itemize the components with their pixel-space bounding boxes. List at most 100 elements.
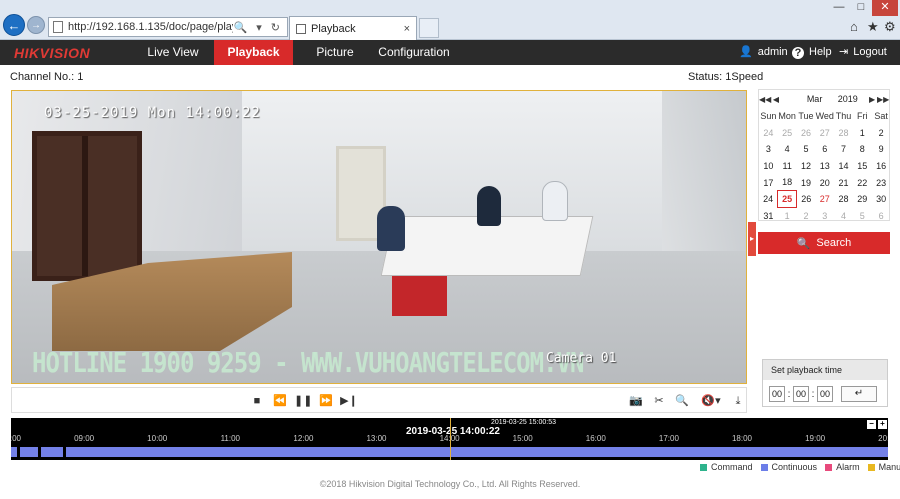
set-time-title: Set playback time xyxy=(763,360,887,380)
timeline-zoom-out-button[interactable]: − xyxy=(867,420,876,429)
timeline[interactable]: 2019-03-25 15:00:53 2019-03-25 14:00:22 … xyxy=(11,418,888,460)
calendar-day[interactable]: 5 xyxy=(797,141,816,158)
calendar-day[interactable]: 13 xyxy=(815,158,834,175)
calendar-day[interactable]: 3 xyxy=(815,208,834,225)
calendar-day[interactable]: 1 xyxy=(778,208,797,225)
goto-time-button[interactable]: ↵ xyxy=(841,386,877,402)
timeline-cursor[interactable] xyxy=(450,418,451,460)
maximize-icon[interactable]: □ xyxy=(850,0,872,16)
calendar-day[interactable]: 19 xyxy=(797,174,816,191)
calendar-day[interactable]: 4 xyxy=(834,208,853,225)
timeline-hour-label: 15:00 xyxy=(512,434,533,443)
close-icon[interactable]: ✕ xyxy=(872,0,898,16)
star-icon[interactable]: ★ xyxy=(867,19,879,35)
calendar-day[interactable]: 26 xyxy=(797,125,816,142)
calendar-day[interactable]: 11 xyxy=(778,158,797,175)
prev-month-icon[interactable]: ◀ xyxy=(771,95,781,104)
video-scene-person xyxy=(477,186,501,226)
calendar-day[interactable]: 27 xyxy=(815,125,834,142)
legend-item: Alarm xyxy=(825,462,860,472)
channel-number: Channel No.: 1 xyxy=(10,71,84,83)
timeline-gap xyxy=(17,447,20,457)
download-icon[interactable]: ⤓ xyxy=(729,392,747,410)
calendar-day[interactable]: 25 xyxy=(778,125,797,142)
minimize-icon[interactable]: — xyxy=(828,0,850,16)
calendar-day[interactable]: 28 xyxy=(834,191,853,208)
video-scene-chair xyxy=(392,276,447,316)
back-arrow-icon[interactable]: ← xyxy=(3,14,25,36)
calendar-day[interactable]: 24 xyxy=(759,125,778,142)
timeline-hour-label: 20:00 xyxy=(878,434,888,443)
calendar-day[interactable]: 29 xyxy=(853,191,872,208)
calendar-day[interactable]: 12 xyxy=(797,158,816,175)
calendar-year: 2019 xyxy=(837,94,858,104)
panel-collapse-handle[interactable]: ▸ xyxy=(748,222,756,256)
calendar-day[interactable]: 6 xyxy=(872,208,891,225)
calendar-day[interactable]: 9 xyxy=(872,141,891,158)
calendar-day[interactable]: 1 xyxy=(853,125,872,142)
tab-close-icon[interactable]: × xyxy=(404,23,410,35)
tab-live-view[interactable]: Live View xyxy=(140,40,206,65)
pause-icon[interactable]: ❚❚ xyxy=(294,392,312,410)
slow-down-icon[interactable]: ⏪ xyxy=(271,392,289,410)
address-bar[interactable]: http://192.168.1.135/doc/page/playback.a… xyxy=(48,17,288,37)
timeline-zoom-in-button[interactable]: + xyxy=(878,420,887,429)
next-month-icon[interactable]: ▶ xyxy=(867,95,877,104)
stop-icon[interactable]: ■ xyxy=(248,392,266,410)
calendar-day[interactable]: 18 xyxy=(778,174,797,191)
calendar-day[interactable]: 26 xyxy=(797,191,816,208)
calendar-day[interactable]: 15 xyxy=(853,158,872,175)
calendar-day[interactable]: 31 xyxy=(759,208,778,225)
new-tab-button[interactable] xyxy=(419,18,439,38)
calendar-day[interactable]: 22 xyxy=(853,174,872,191)
home-icon[interactable]: ⌂ xyxy=(850,19,858,34)
calendar-day[interactable]: 24 xyxy=(759,191,778,208)
url-text[interactable]: http://192.168.1.135/doc/page/playback.a… xyxy=(68,21,233,33)
calendar-day[interactable]: 25 xyxy=(777,190,798,209)
tab-playback[interactable]: Playback xyxy=(214,40,293,65)
single-frame-icon[interactable]: ▶❙ xyxy=(340,392,358,410)
capture-icon[interactable]: 📷 xyxy=(627,392,645,410)
calendar-day[interactable]: 27 xyxy=(815,191,834,208)
calendar-day[interactable]: 7 xyxy=(834,141,853,158)
calendar-day[interactable]: 23 xyxy=(872,174,891,191)
calendar-day[interactable]: 16 xyxy=(872,158,891,175)
second-input[interactable]: 00 xyxy=(817,386,833,402)
calendar-day[interactable]: 8 xyxy=(853,141,872,158)
calendar-day[interactable]: 21 xyxy=(834,174,853,191)
calendar-day[interactable]: 30 xyxy=(872,191,891,208)
calendar-day[interactable]: 2 xyxy=(872,125,891,142)
hour-input[interactable]: 00 xyxy=(769,386,785,402)
calendar-day[interactable]: 14 xyxy=(834,158,853,175)
tab-configuration[interactable]: Configuration xyxy=(378,40,450,65)
clip-icon[interactable]: ✂ xyxy=(650,392,668,410)
calendar-day[interactable]: 28 xyxy=(834,125,853,142)
address-tools-icons[interactable]: 🔍 ▾ ↻ xyxy=(233,21,287,34)
calendar-day[interactable]: 5 xyxy=(853,208,872,225)
minute-input[interactable]: 00 xyxy=(793,386,809,402)
calendar-day[interactable]: 17 xyxy=(759,174,778,191)
calendar-day[interactable]: 20 xyxy=(815,174,834,191)
calendar-day[interactable]: 3 xyxy=(759,141,778,158)
help-link[interactable]: ? Help xyxy=(792,40,832,65)
timeline-hour-label: 10:00 xyxy=(147,434,168,443)
calendar-day[interactable]: 4 xyxy=(778,141,797,158)
video-player[interactable]: 03-25-2019 Mon 14:00:22 HOTLINE 1900 925… xyxy=(11,90,747,384)
weekday-header: Fri xyxy=(857,111,868,122)
timeline-hover-time: 2019-03-25 15:00:53 xyxy=(491,419,556,426)
volume-icon[interactable]: 🔇▾ xyxy=(698,392,724,410)
digital-zoom-icon[interactable]: 🔍 xyxy=(673,392,691,410)
calendar-day[interactable]: 10 xyxy=(759,158,778,175)
search-button[interactable]: 🔍 Search xyxy=(758,232,890,254)
logout-link[interactable]: ⇥ Logout xyxy=(839,40,887,65)
user-menu[interactable]: 👤 admin xyxy=(739,40,788,65)
browser-tab[interactable]: Playback × xyxy=(289,16,417,40)
tab-picture[interactable]: Picture xyxy=(305,40,365,65)
calendar-day[interactable]: 2 xyxy=(797,208,816,225)
forward-arrow-icon[interactable]: → xyxy=(27,16,45,34)
calendar-day[interactable]: 6 xyxy=(815,141,834,158)
speed-up-icon[interactable]: ⏩ xyxy=(317,392,335,410)
gear-icon[interactable]: ⚙ xyxy=(884,19,896,35)
next-year-icon[interactable]: ▶▶ xyxy=(877,95,889,104)
prev-year-icon[interactable]: ◀◀ xyxy=(759,95,771,104)
